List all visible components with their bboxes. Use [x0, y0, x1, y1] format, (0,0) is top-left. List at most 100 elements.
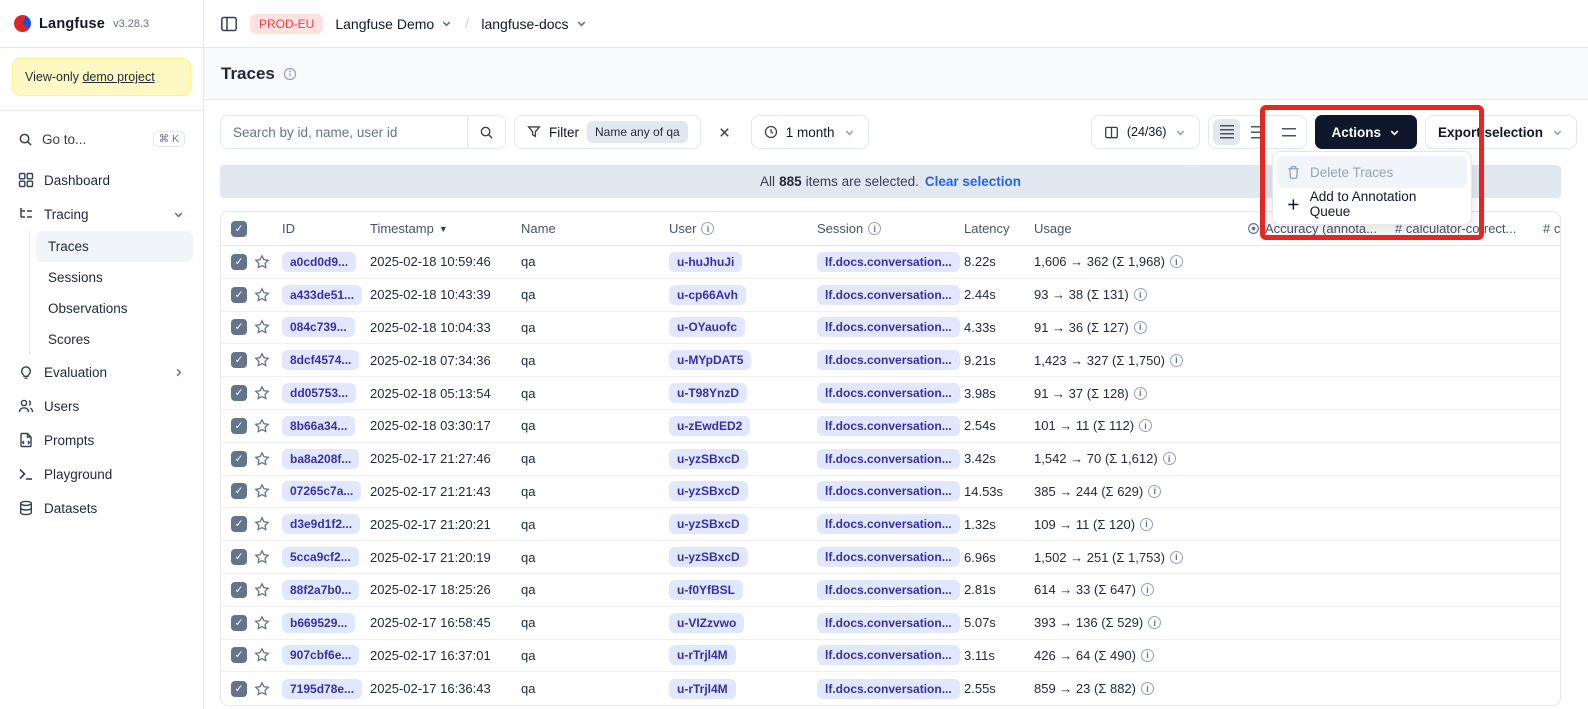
row-checkbox[interactable] — [231, 647, 247, 663]
star-icon[interactable] — [254, 254, 270, 270]
session-id-badge[interactable]: lf.docs.conversation... — [817, 317, 960, 337]
user-id-badge[interactable]: u-zEwdED2 — [669, 416, 750, 436]
menu-item-delete-traces[interactable]: Delete Traces — [1277, 156, 1467, 188]
star-icon[interactable] — [254, 385, 270, 401]
table-row[interactable]: 5cca9cf2... 2025-02-17 21:20:19 qa u-yzS… — [221, 541, 1560, 574]
session-id-badge[interactable]: lf.docs.conversation... — [817, 580, 960, 600]
trace-id-badge[interactable]: 5cca9cf2... — [282, 547, 359, 567]
user-id-badge[interactable]: u-yzSBxcD — [669, 547, 748, 567]
row-checkbox[interactable] — [231, 516, 247, 532]
session-id-badge[interactable]: lf.docs.conversation... — [817, 416, 960, 436]
user-id-badge[interactable]: u-yzSBxcD — [669, 514, 748, 534]
row-checkbox[interactable] — [231, 319, 247, 335]
goto-command-button[interactable]: Go to... ⌘ K — [10, 125, 193, 153]
user-id-badge[interactable]: u-MYpDAT5 — [669, 350, 751, 370]
row-checkbox[interactable] — [231, 483, 247, 499]
trace-id-badge[interactable]: 7195d78e... — [282, 679, 362, 699]
col-header-session[interactable]: Session — [817, 221, 964, 236]
table-row[interactable]: 07265c7a... 2025-02-17 21:21:43 qa u-yzS… — [221, 476, 1560, 509]
project-selector[interactable]: langfuse-docs — [481, 16, 587, 32]
table-row[interactable]: 8b66a34... 2025-02-18 03:30:17 qa u-zEwd… — [221, 410, 1560, 443]
table-row[interactable]: d3e9d1f2... 2025-02-17 21:20:21 qa u-yzS… — [221, 508, 1560, 541]
select-all-checkbox[interactable] — [231, 221, 247, 237]
row-checkbox[interactable] — [231, 451, 247, 467]
star-icon[interactable] — [254, 319, 270, 335]
row-checkbox[interactable] — [231, 615, 247, 631]
trace-id-badge[interactable]: 07265c7a... — [282, 481, 361, 501]
row-checkbox[interactable] — [231, 418, 247, 434]
trace-id-badge[interactable]: 084c739... — [282, 317, 355, 337]
table-row[interactable]: a433de51... 2025-02-18 10:43:39 qa u-cp6… — [221, 279, 1560, 312]
table-row[interactable]: 084c739... 2025-02-18 10:04:33 qa u-OYau… — [221, 312, 1560, 345]
user-id-badge[interactable]: u-f0YfBSL — [669, 580, 743, 600]
session-id-badge[interactable]: lf.docs.conversation... — [817, 613, 960, 633]
trace-id-badge[interactable]: 907cbf6e... — [282, 645, 359, 665]
session-id-badge[interactable]: lf.docs.conversation... — [817, 514, 960, 534]
table-row[interactable]: b669529... 2025-02-17 16:58:45 qa u-VIZz… — [221, 607, 1560, 640]
sidebar-item-playground[interactable]: Playground — [10, 457, 193, 491]
sidebar-item-observations[interactable]: Observations — [36, 293, 193, 324]
session-id-badge[interactable]: lf.docs.conversation... — [817, 481, 960, 501]
export-selection-button[interactable]: Export selection — [1425, 115, 1577, 149]
row-height-small-button[interactable] — [1213, 119, 1240, 145]
sidebar-item-scores[interactable]: Scores — [36, 324, 193, 355]
clear-filter-button[interactable] — [711, 118, 739, 146]
actions-button[interactable]: Actions — [1315, 115, 1417, 149]
table-row[interactable]: ba8a208f... 2025-02-17 21:27:46 qa u-yzS… — [221, 443, 1560, 476]
org-selector[interactable]: Langfuse Demo — [335, 16, 453, 32]
row-checkbox[interactable] — [231, 582, 247, 598]
star-icon[interactable] — [254, 681, 270, 697]
filter-button[interactable]: Filter Name any of qa — [514, 115, 701, 149]
user-id-badge[interactable]: u-VIZzvwo — [669, 613, 744, 633]
trace-id-badge[interactable]: b669529... — [282, 613, 355, 633]
user-id-badge[interactable]: u-huJhuJi — [669, 252, 742, 272]
sidebar-item-sessions[interactable]: Sessions — [36, 262, 193, 293]
row-height-large-button[interactable] — [1275, 119, 1302, 145]
row-checkbox[interactable] — [231, 352, 247, 368]
table-row[interactable]: 907cbf6e... 2025-02-17 16:37:01 qa u-rTr… — [221, 640, 1560, 673]
table-row[interactable]: dd05753... 2025-02-18 05:13:54 qa u-T98Y… — [221, 377, 1560, 410]
star-icon[interactable] — [254, 483, 270, 499]
row-checkbox[interactable] — [231, 254, 247, 270]
sidebar-item-tracing[interactable]: Tracing — [10, 197, 193, 231]
col-header-name[interactable]: Name — [521, 221, 669, 236]
columns-button[interactable]: (24/36) — [1091, 115, 1201, 149]
sidebar-item-dashboard[interactable]: Dashboard — [10, 163, 193, 197]
menu-item-add-to-annotation-queue[interactable]: Add to Annotation Queue — [1277, 188, 1467, 220]
user-id-badge[interactable]: u-T98YnzD — [669, 383, 747, 403]
trace-id-badge[interactable]: dd05753... — [282, 383, 356, 403]
trace-id-badge[interactable]: d3e9d1f2... — [282, 514, 360, 534]
sidebar-item-datasets[interactable]: Datasets — [10, 491, 193, 525]
star-icon[interactable] — [254, 451, 270, 467]
trace-id-badge[interactable]: 8dcf4574... — [282, 350, 359, 370]
trace-id-badge[interactable]: ba8a208f... — [282, 449, 359, 469]
session-id-badge[interactable]: lf.docs.conversation... — [817, 547, 960, 567]
sidebar-item-users[interactable]: Users — [10, 389, 193, 423]
star-icon[interactable] — [254, 418, 270, 434]
row-checkbox[interactable] — [231, 681, 247, 697]
col-header-user[interactable]: User — [669, 221, 817, 236]
search-submit-button[interactable] — [467, 116, 505, 148]
trace-id-badge[interactable]: 88f2a7b0... — [282, 580, 359, 600]
session-id-badge[interactable]: lf.docs.conversation... — [817, 285, 960, 305]
star-icon[interactable] — [254, 516, 270, 532]
col-header-id[interactable]: ID — [282, 221, 370, 236]
trace-id-badge[interactable]: 8b66a34... — [282, 416, 355, 436]
sidebar-toggle-icon[interactable] — [220, 15, 238, 33]
table-row[interactable]: 8dcf4574... 2025-02-18 07:34:36 qa u-MYp… — [221, 344, 1560, 377]
row-checkbox[interactable] — [231, 385, 247, 401]
clear-selection-link[interactable]: Clear selection — [925, 174, 1021, 189]
star-icon[interactable] — [254, 615, 270, 631]
col-header-timestamp[interactable]: Timestamp▼ — [370, 221, 521, 236]
star-icon[interactable] — [254, 582, 270, 598]
session-id-badge[interactable]: lf.docs.conversation... — [817, 350, 960, 370]
star-icon[interactable] — [254, 352, 270, 368]
sidebar-item-traces[interactable]: Traces — [36, 231, 193, 262]
trace-id-badge[interactable]: a0cd0d9... — [282, 252, 356, 272]
user-id-badge[interactable]: u-rTrjl4M — [669, 645, 736, 665]
user-id-badge[interactable]: u-rTrjl4M — [669, 679, 736, 699]
star-icon[interactable] — [254, 549, 270, 565]
session-id-badge[interactable]: lf.docs.conversation... — [817, 679, 960, 699]
col-header-usage[interactable]: Usage — [1034, 221, 1247, 236]
time-range-select[interactable]: 1 month — [751, 115, 869, 149]
